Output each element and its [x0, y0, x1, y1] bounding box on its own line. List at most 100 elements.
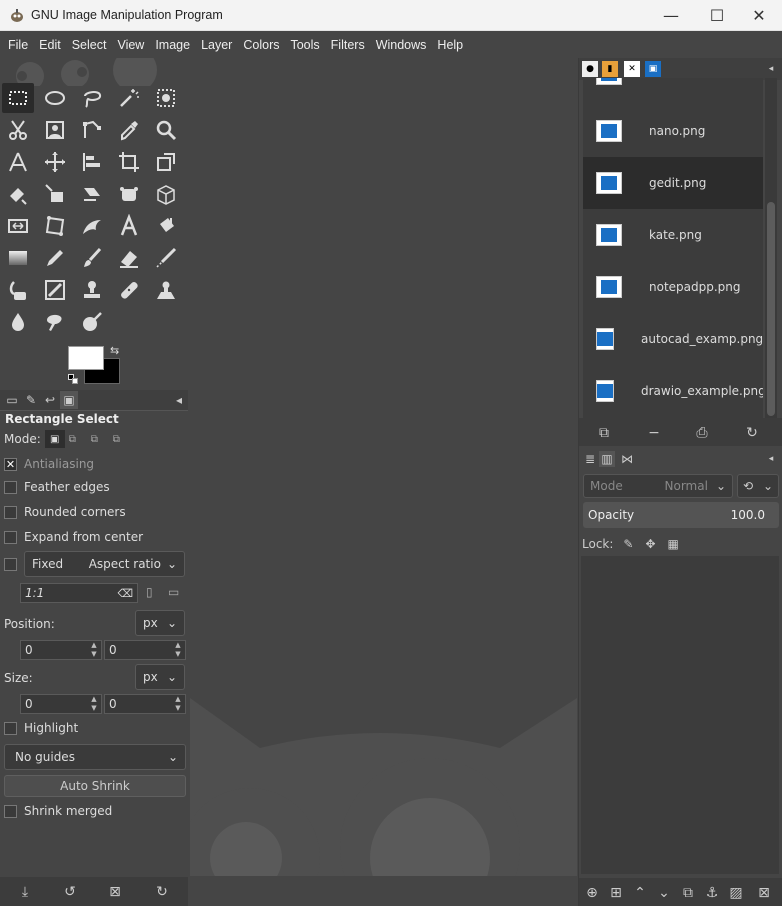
mask-icon[interactable]: ▨ — [727, 884, 745, 902]
zoom-tool[interactable] — [150, 115, 182, 145]
list-item[interactable] — [583, 78, 763, 100]
rounded-corners-checkbox[interactable] — [4, 505, 17, 519]
list-item[interactable]: gedit.png — [583, 157, 763, 209]
list-item[interactable]: nano.png — [583, 105, 763, 157]
menu-image[interactable]: Image — [151, 38, 194, 52]
raise-view-icon[interactable]: ⧉ — [595, 424, 613, 442]
list-item[interactable]: drawio_example.png — [583, 365, 763, 417]
ratio-input[interactable]: 1:1 ⌫ — [20, 583, 138, 603]
lock-position-icon[interactable]: ✥ — [645, 537, 655, 551]
raise-layer-icon[interactable]: ⌃ — [631, 884, 649, 902]
by-color-select-tool[interactable] — [150, 83, 182, 113]
lower-layer-icon[interactable]: ⌄ — [655, 884, 673, 902]
menu-select[interactable]: Select — [68, 38, 111, 52]
menu-colors[interactable]: Colors — [239, 38, 283, 52]
paths-tool[interactable] — [76, 115, 108, 145]
delete-layer-icon[interactable]: ⊠ — [755, 884, 773, 902]
antialiasing-row[interactable]: ✕ Antialiasing — [4, 454, 94, 474]
measure-tool[interactable] — [2, 147, 34, 177]
expand-from-center-row[interactable]: Expand from center — [4, 527, 143, 547]
airbrush-tool[interactable] — [150, 243, 182, 273]
mypaint-brush-tool[interactable] — [39, 275, 71, 305]
perspective-tool[interactable] — [150, 179, 182, 209]
image-canvas[interactable] — [190, 58, 577, 906]
minimize-button[interactable]: — — [648, 0, 694, 31]
auto-shrink-button[interactable]: Auto Shrink — [4, 775, 186, 797]
position-y-input[interactable]: 0 ▲ ▼ — [104, 640, 186, 660]
position-unit-dropdown[interactable]: px ⌄ — [135, 610, 185, 636]
channels-tab-icon[interactable]: ▥ — [599, 451, 615, 467]
mode-intersect-icon[interactable]: ⧉ — [113, 434, 131, 445]
lock-pixels-icon[interactable]: ✎ — [623, 537, 633, 551]
fixed-mode-dropdown[interactable]: Fixed Aspect ratio ⌄ — [24, 551, 185, 577]
spin-arrows-icon[interactable]: ▲ ▼ — [173, 641, 183, 659]
maximize-button[interactable]: ☐ — [694, 0, 740, 31]
list-item[interactable]: notepadpp.png — [583, 261, 763, 313]
blur-tool[interactable] — [2, 307, 34, 337]
size-height-input[interactable]: 0 ▲ ▼ — [104, 694, 186, 714]
clone-tool[interactable] — [76, 275, 108, 305]
close-button[interactable]: ✕ — [736, 0, 782, 31]
landscape-icon[interactable]: ▭ — [168, 585, 179, 599]
menu-windows[interactable]: Windows — [372, 38, 431, 52]
menu-view[interactable]: View — [113, 38, 148, 52]
dock-menu-icon[interactable]: ◂ — [763, 61, 779, 77]
spin-arrows-icon[interactable]: ▲ ▼ — [89, 641, 99, 659]
eraser-tool[interactable] — [113, 243, 145, 273]
size-width-input[interactable]: 0 ▲ ▼ — [20, 694, 102, 714]
save-options-icon[interactable]: ⤓ — [16, 883, 34, 901]
position-x-input[interactable]: 0 ▲ ▼ — [20, 640, 102, 660]
mode-replace-icon[interactable]: ▣ — [44, 430, 65, 448]
shear-tool[interactable] — [76, 179, 108, 209]
3d-transform-tool[interactable] — [39, 211, 71, 241]
shrink-merged-checkbox[interactable] — [4, 804, 17, 818]
paintbrush-tool[interactable] — [76, 243, 108, 273]
opacity-slider[interactable]: Opacity 100.0 — [583, 502, 779, 528]
cage-transform-tool[interactable] — [113, 179, 145, 209]
restore-options-icon[interactable]: ↺ — [61, 883, 79, 901]
composite-mode-dropdown[interactable]: ⟲ ⌄ — [737, 474, 779, 498]
free-select-tool[interactable] — [76, 83, 108, 113]
warp-transform-tool[interactable] — [2, 179, 34, 209]
antialiasing-checkbox[interactable]: ✕ — [4, 457, 17, 471]
feather-edges-checkbox[interactable] — [4, 480, 17, 494]
handle-transform-tool[interactable] — [39, 179, 71, 209]
foreground-color-swatch[interactable] — [68, 346, 104, 370]
ink-tool[interactable] — [2, 275, 34, 305]
menu-help[interactable]: Help — [433, 38, 467, 52]
menu-file[interactable]: File — [4, 38, 32, 52]
swap-colors-icon[interactable]: ⇆ — [110, 344, 119, 357]
menu-layer[interactable]: Layer — [197, 38, 236, 52]
highlight-row[interactable]: Highlight — [4, 718, 78, 738]
mode-add-icon[interactable]: ⧉ — [69, 434, 87, 445]
delete-options-icon[interactable]: ⊠ — [106, 883, 124, 901]
text-tool[interactable] — [113, 211, 145, 241]
pattern-tab-icon[interactable]: ▮ — [602, 61, 618, 77]
menu-tools[interactable]: Tools — [286, 38, 323, 52]
tool-options-tab-icon[interactable]: ▭ — [3, 391, 21, 409]
list-item[interactable]: kate.png — [583, 209, 763, 261]
bucket-fill-tool[interactable] — [150, 211, 182, 241]
duplicate-layer-icon[interactable]: ⧉ — [679, 884, 697, 902]
images-scrollbar[interactable] — [765, 78, 777, 418]
refresh-icon[interactable]: ↻ — [743, 424, 761, 442]
fuzzy-select-tool[interactable] — [113, 83, 145, 113]
paths-tab-icon[interactable]: ⋈ — [619, 451, 635, 467]
menu-filters[interactable]: Filters — [327, 38, 369, 52]
rounded-corners-row[interactable]: Rounded corners — [4, 502, 126, 522]
flip-tool[interactable] — [2, 211, 34, 241]
shrink-merged-row[interactable]: Shrink merged — [4, 801, 112, 821]
device-status-tab-icon[interactable]: ✎ — [22, 391, 40, 409]
dock-menu-icon[interactable]: ◂ — [170, 391, 188, 409]
mode-subtract-icon[interactable]: ⧉ — [91, 434, 109, 445]
undo-history-tab-icon[interactable]: ↩ — [41, 391, 59, 409]
brush-tab-icon[interactable]: ● — [582, 61, 598, 77]
remove-icon[interactable]: − — [645, 424, 663, 442]
guides-dropdown[interactable]: No guides ⌄ — [4, 744, 186, 770]
new-layer-icon[interactable]: ⊕ — [583, 884, 601, 902]
size-unit-dropdown[interactable]: px ⌄ — [135, 664, 185, 690]
list-item[interactable]: autocad_examp.png — [583, 313, 763, 365]
anchor-icon[interactable]: ⚓ — [703, 884, 721, 902]
menu-edit[interactable]: Edit — [35, 38, 65, 52]
smudge-tool[interactable] — [39, 307, 71, 337]
